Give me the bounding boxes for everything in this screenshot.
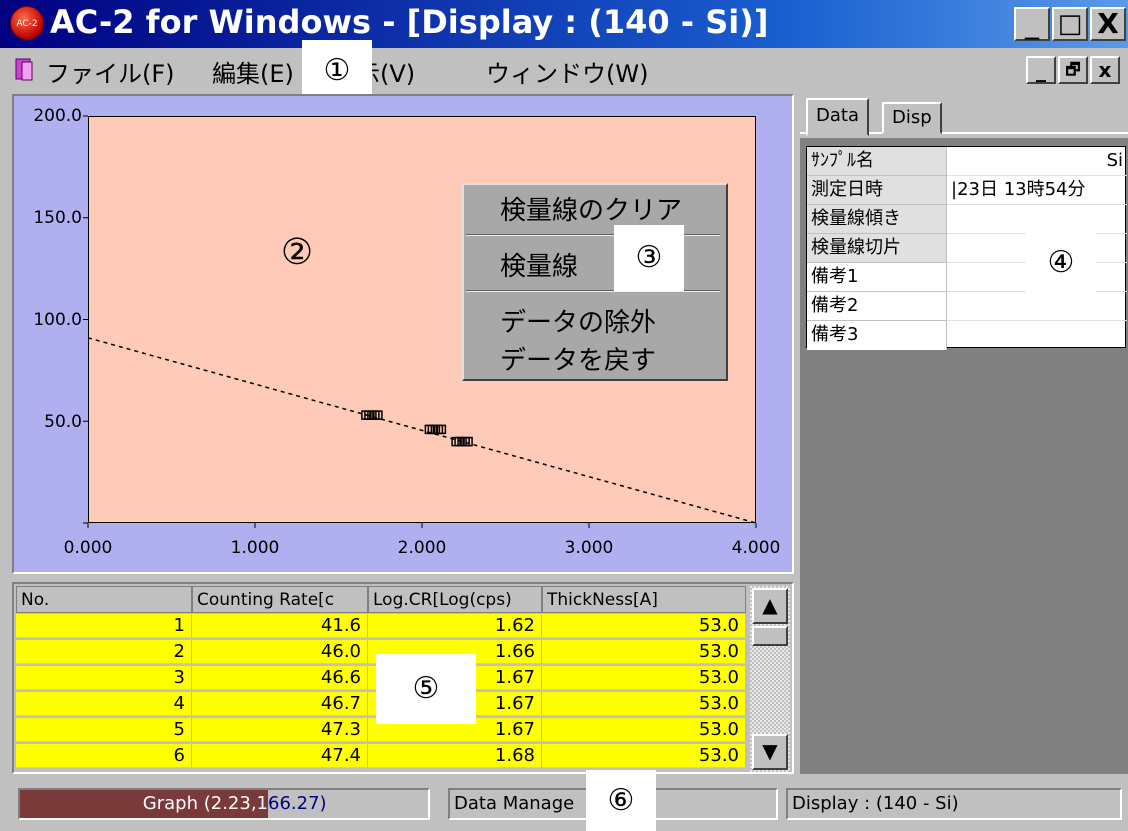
data-point[interactable] bbox=[424, 424, 447, 435]
context-menu-exclude-data[interactable]: データの除外 bbox=[500, 302, 656, 339]
info-label-sample-name: ｻﾝﾌﾟﾙ名 bbox=[807, 147, 947, 176]
table-cell[interactable]: 53.0 bbox=[542, 640, 746, 664]
table-cell[interactable]: 47.3 bbox=[192, 718, 368, 742]
table-header-no[interactable]: No. bbox=[16, 586, 192, 613]
table-cell[interactable]: 3 bbox=[16, 666, 192, 690]
y-tick-label: 150.0 bbox=[33, 208, 82, 228]
context-menu-clear-calibration[interactable]: 検量線のクリア bbox=[500, 190, 682, 227]
table-cell[interactable]: 53.0 bbox=[542, 666, 746, 690]
mdi-minimize-button[interactable]: _ bbox=[1026, 56, 1056, 84]
marker-3: ③ bbox=[614, 225, 684, 291]
info-label-measure-datetime: 測定日時 bbox=[807, 176, 947, 205]
mdi-restore-button[interactable]: 🗗 bbox=[1058, 56, 1088, 84]
context-menu-calibration[interactable]: 検量線 bbox=[500, 246, 578, 283]
info-label-note-2: 備考2 bbox=[807, 292, 947, 321]
info-value-measure-datetime[interactable]: |23日 13時54分 bbox=[947, 176, 1127, 205]
mdi-close-button[interactable]: x bbox=[1090, 56, 1120, 84]
scrollbar-thumb[interactable] bbox=[752, 626, 788, 646]
x-tick-label: 2.000 bbox=[397, 538, 447, 558]
data-point[interactable] bbox=[361, 410, 383, 420]
table-cell[interactable]: 41.6 bbox=[192, 614, 368, 638]
marker-5: ⑤ bbox=[376, 654, 476, 724]
table-header-thickness[interactable]: ThickNess[A] bbox=[542, 586, 746, 613]
marker-6: ⑥ bbox=[586, 770, 656, 831]
x-tick-label: 3.000 bbox=[564, 538, 614, 558]
tab-data[interactable]: Data bbox=[806, 98, 869, 136]
info-label-note-1: 備考1 bbox=[807, 263, 947, 292]
x-tick-label: 1.000 bbox=[230, 538, 280, 558]
info-value-note-3[interactable] bbox=[947, 321, 1127, 350]
table-header-log-cr[interactable]: Log.CR[Log(cps) bbox=[368, 586, 542, 613]
x-tick-label: 4.000 bbox=[731, 538, 781, 558]
minimize-button[interactable]: _ bbox=[1014, 7, 1050, 41]
table-cell[interactable]: 1.68 bbox=[368, 744, 542, 768]
info-label-note-3: 備考3 bbox=[807, 321, 947, 350]
status-graph-coords-prefix: Graph (2.23,1 bbox=[20, 790, 268, 818]
table-cell[interactable]: 53.0 bbox=[542, 718, 746, 742]
table-cell[interactable]: 46.7 bbox=[192, 692, 368, 716]
info-value-note-2[interactable] bbox=[947, 292, 1127, 321]
tab-disp[interactable]: Disp bbox=[882, 102, 942, 134]
context-menu-restore-data[interactable]: データを戻す bbox=[500, 340, 656, 377]
y-tick-label: 200.0 bbox=[33, 106, 82, 126]
table-cell[interactable]: 5 bbox=[16, 718, 192, 742]
table-cell[interactable]: 46.0 bbox=[192, 640, 368, 664]
data-point[interactable] bbox=[451, 436, 473, 447]
table-cell[interactable]: 53.0 bbox=[542, 744, 746, 768]
table-cell[interactable]: 46.6 bbox=[192, 666, 368, 690]
info-label-intercept: 検量線切片 bbox=[807, 234, 947, 263]
info-value-sample-name[interactable]: Si bbox=[947, 147, 1127, 176]
x-tick-label: 0.000 bbox=[63, 538, 113, 558]
status-graph-coords-suffix: 66.27) bbox=[268, 793, 327, 814]
scroll-down-button[interactable]: ▼ bbox=[752, 734, 788, 770]
close-button[interactable]: X bbox=[1090, 7, 1126, 41]
marker-2: ② bbox=[280, 232, 314, 273]
status-display: Display : (140 - Si) bbox=[786, 788, 1122, 820]
scroll-up-button[interactable]: ▲ bbox=[752, 588, 788, 624]
table-cell[interactable]: 53.0 bbox=[542, 692, 746, 716]
status-graph-field: Graph (2.23,166.27) bbox=[18, 788, 430, 820]
y-tick-label: 100.0 bbox=[33, 310, 82, 330]
y-tick-label: 50.0 bbox=[44, 412, 82, 432]
table-cell[interactable]: 4 bbox=[16, 692, 192, 716]
table-cell[interactable]: 1.62 bbox=[368, 614, 542, 638]
maximize-button[interactable]: □ bbox=[1052, 7, 1088, 41]
table-cell[interactable]: 6 bbox=[16, 744, 192, 768]
table-header-counting-rate[interactable]: Counting Rate[c bbox=[192, 586, 368, 613]
table-cell[interactable]: 47.4 bbox=[192, 744, 368, 768]
marker-4: ④ bbox=[1026, 230, 1096, 296]
table-cell[interactable]: 2 bbox=[16, 640, 192, 664]
table-cell[interactable]: 1 bbox=[16, 614, 192, 638]
info-label-slope: 検量線傾き bbox=[807, 205, 947, 234]
table-cell[interactable]: 53.0 bbox=[542, 614, 746, 638]
